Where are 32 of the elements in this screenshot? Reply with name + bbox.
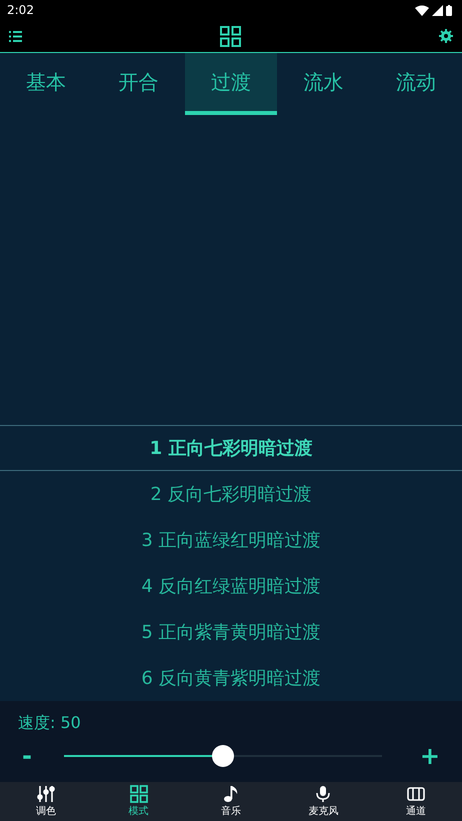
- mode-item[interactable]: 5 正向紫青黄明暗过渡: [0, 609, 462, 655]
- nav-tab[interactable]: 麦克风: [277, 782, 370, 821]
- nav-tab[interactable]: 通道: [370, 782, 462, 821]
- mode-item[interactable]: 3 正向蓝绿红明暗过渡: [0, 517, 462, 563]
- settings-icon[interactable]: [439, 29, 453, 43]
- tab[interactable]: 基本: [0, 53, 92, 115]
- decrease-button[interactable]: -: [18, 742, 36, 770]
- list-menu-icon[interactable]: [9, 30, 22, 42]
- nav-tab[interactable]: 音乐: [184, 782, 278, 821]
- status-time: 2:02: [7, 3, 34, 17]
- mode-item[interactable]: 2 反向七彩明暗过渡: [0, 471, 462, 517]
- tab[interactable]: 过渡: [184, 53, 278, 115]
- speed-slider[interactable]: [64, 745, 382, 767]
- increase-button[interactable]: +: [416, 742, 444, 770]
- tab[interactable]: 开合: [92, 53, 185, 115]
- wifi-icon: [415, 4, 429, 16]
- tab[interactable]: 流动: [370, 53, 462, 115]
- nav-tab[interactable]: 调色: [0, 782, 92, 821]
- mode-item[interactable]: 4 反向红绿蓝明暗过渡: [0, 563, 462, 609]
- channel-icon: [406, 785, 425, 803]
- sliders-icon: [37, 785, 56, 803]
- mode-item[interactable]: 1 正向七彩明暗过渡: [0, 425, 462, 471]
- speed-label: 速度: 50: [18, 713, 82, 734]
- nav-tab[interactable]: 模式: [92, 782, 185, 821]
- battery-icon: [446, 4, 452, 16]
- mode-item[interactable]: 6 反向黄青紫明暗过渡: [0, 655, 462, 701]
- microphone-icon: [314, 785, 332, 803]
- signal-icon: [432, 4, 443, 16]
- grid-icon: [130, 785, 148, 803]
- grid-icon: [220, 26, 241, 46]
- tab[interactable]: 流水: [277, 53, 370, 115]
- slider-thumb[interactable]: [212, 745, 234, 767]
